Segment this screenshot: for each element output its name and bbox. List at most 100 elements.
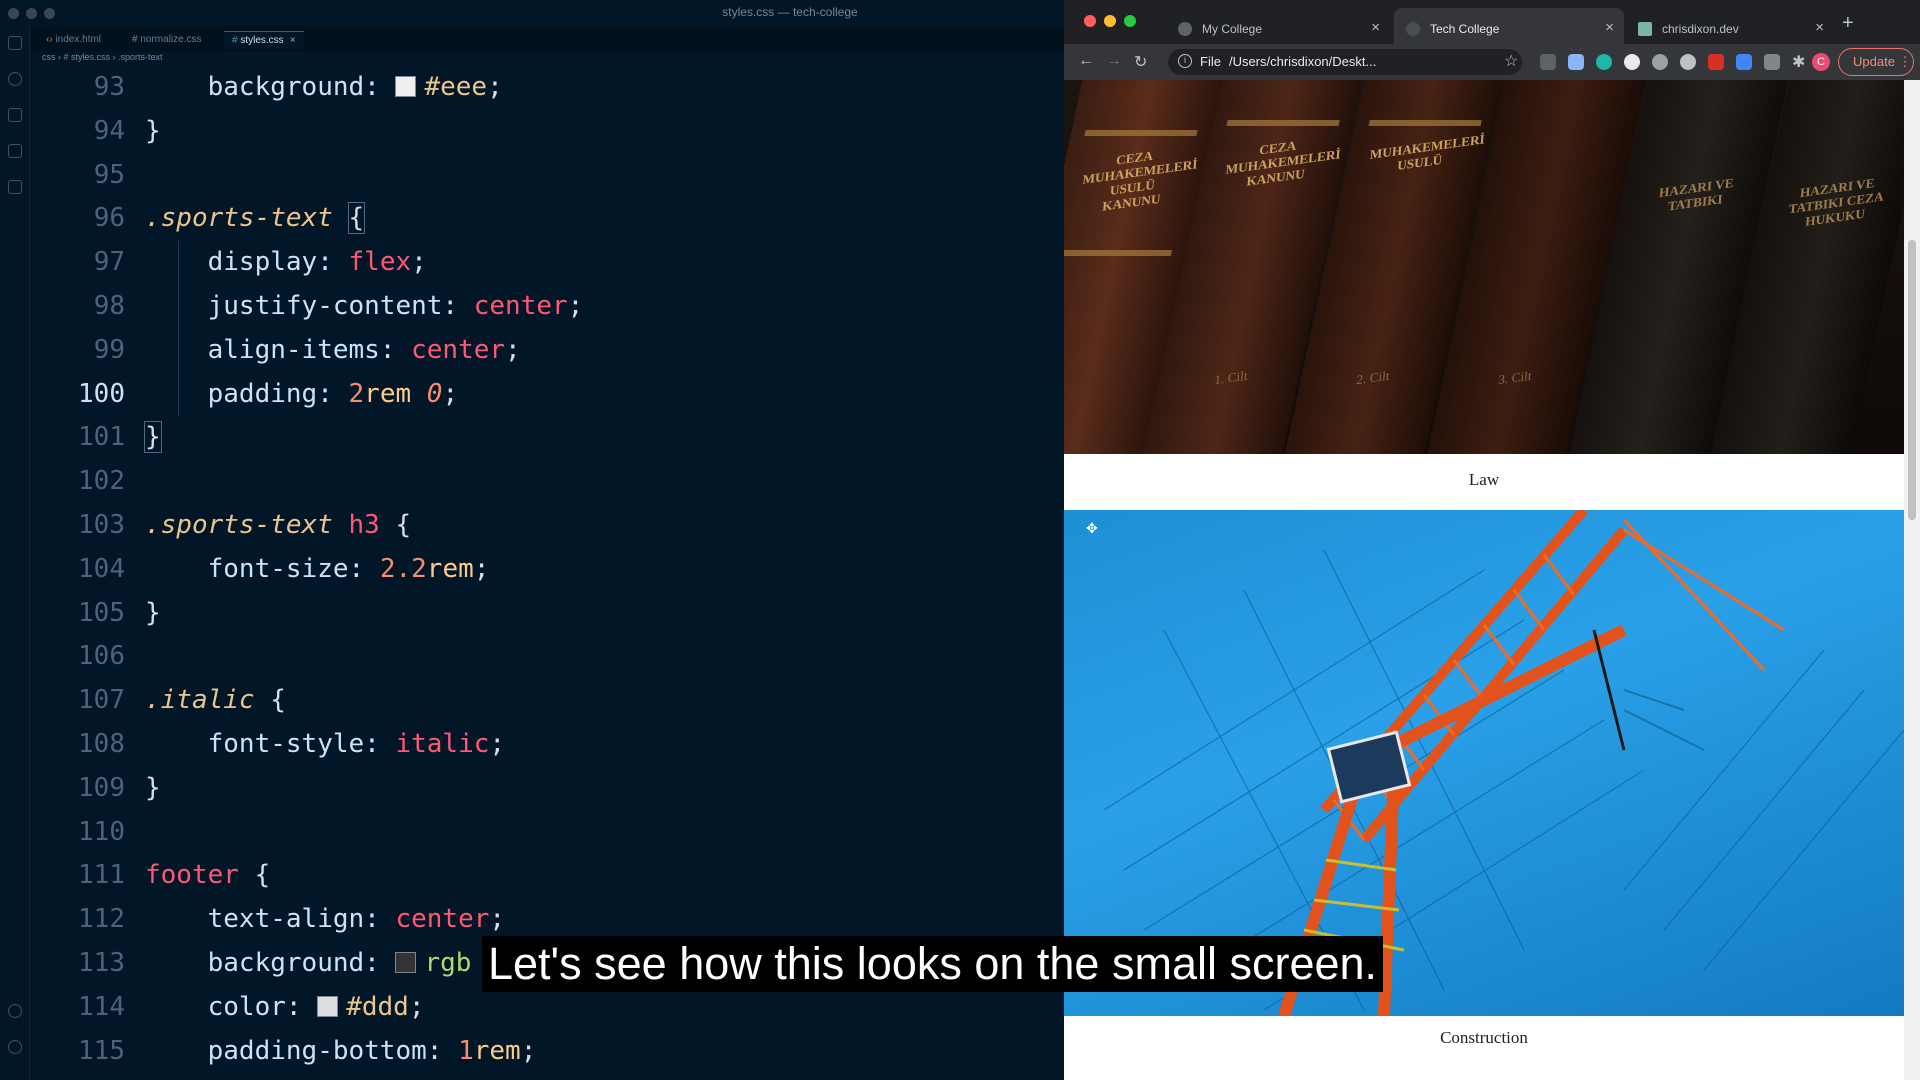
book-volume: 2. Cilt <box>1355 367 1391 388</box>
css-selector: .sports-text <box>145 203 333 234</box>
globe-icon <box>1178 22 1192 36</box>
tab-index-html[interactable]: ‹› index.html <box>38 31 109 49</box>
code-line[interactable]: 106 <box>30 635 1064 679</box>
code-line[interactable]: 105} <box>30 592 1064 636</box>
breadcrumb-symbol[interactable]: .sports-text <box>118 52 163 62</box>
breadcrumb-folder[interactable]: css <box>42 52 56 62</box>
profile-avatar[interactable]: C <box>1812 53 1830 71</box>
settings-gear-icon[interactable] <box>8 1040 22 1054</box>
code-line[interactable]: 111 footer { <box>30 854 1064 898</box>
code-line[interactable]: 104 font-size: 2.2rem; <box>30 548 1064 592</box>
card-title-law: Law <box>1468 470 1500 489</box>
semicolon: ; <box>505 334 521 365</box>
extension-gear-icon[interactable] <box>1652 54 1668 70</box>
semicolon: ; <box>489 904 506 935</box>
code-line[interactable]: 96 .sports-text { <box>30 197 1064 241</box>
site-favicon-icon <box>1638 22 1652 36</box>
browser-tab-my-college[interactable]: My College × <box>1166 8 1390 44</box>
code-editor[interactable]: 93 background: #eee; 94} 95 96 .sports-te… <box>30 66 1064 1073</box>
color-swatch[interactable] <box>395 951 417 973</box>
browser-toolbar: ← → ↻ i File/Users/chrisdixon/Deskt... ☆… <box>1064 44 1920 80</box>
bookmark-star-icon[interactable]: ☆ <box>1504 51 1518 71</box>
code-line[interactable]: 114 color: #ddd; <box>30 986 1064 1030</box>
update-button[interactable]: Update ⋮ <box>1838 48 1914 76</box>
extension-v-icon[interactable] <box>1568 54 1584 70</box>
code-line[interactable]: 110 <box>30 811 1064 855</box>
code-line[interactable]: 107 .italic { <box>30 679 1064 723</box>
maximize-window-icon[interactable] <box>1124 15 1136 27</box>
screen: styles.css — tech-college ‹› index.html … <box>0 0 1920 1080</box>
source-control-icon[interactable] <box>8 108 22 122</box>
css-property: text-align: <box>207 904 380 935</box>
browser-tab-strip: My College × Tech College × chrisdixon.d… <box>1064 0 1920 44</box>
css-tag: h3 <box>348 509 380 540</box>
scrollbar-thumb[interactable] <box>1908 240 1916 520</box>
code-line[interactable]: 93 background: #eee; <box>30 66 1064 110</box>
line-number: 93 <box>93 72 125 102</box>
search-icon[interactable] <box>8 72 22 86</box>
tab-styles-css[interactable]: # styles.css × <box>224 31 304 49</box>
extension-red-icon[interactable] <box>1708 54 1724 70</box>
explorer-icon[interactable] <box>8 36 22 50</box>
css-property: align-items: <box>207 334 396 365</box>
code-line[interactable]: 108 font-style: italic; <box>30 723 1064 767</box>
color-swatch[interactable] <box>395 76 417 97</box>
page-viewport[interactable]: CEZA MUHAKEMELERİ USULÜ KANUNU CEZA MUHA… <box>1064 80 1904 1080</box>
extensions-icon[interactable] <box>8 180 22 194</box>
address-bar[interactable]: i File/Users/chrisdixon/Deskt... <box>1168 49 1522 75</box>
book-title: HAZARI VE TATBIKI <box>1658 175 1735 214</box>
reload-icon[interactable]: ↻ <box>1134 52 1147 72</box>
css-selector: .sports-text <box>145 509 333 540</box>
css-property: font-size: <box>207 553 365 584</box>
info-icon[interactable]: i <box>1178 54 1192 68</box>
browser-tab-chrisdixon[interactable]: chrisdixon.dev × <box>1626 8 1834 44</box>
tab-label: styles.css <box>240 35 284 46</box>
book-title: HAZARI VE TATBIKI CEZA HUKUKU <box>1788 175 1885 229</box>
code-line[interactable]: 115 padding-bottom: 1rem; <box>30 1030 1064 1074</box>
code-line[interactable]: 97 display: flex; <box>30 241 1064 285</box>
code-line[interactable]: 95 <box>30 154 1064 198</box>
close-tab-icon[interactable]: × <box>1371 19 1380 36</box>
close-tab-icon[interactable]: × <box>290 35 296 46</box>
close-tab-icon[interactable]: × <box>1815 19 1824 36</box>
new-tab-icon[interactable]: + <box>1842 12 1854 35</box>
line-number: 107 <box>78 685 125 716</box>
code-line[interactable]: 98 justify-content: center; <box>30 285 1064 329</box>
code-line[interactable]: 101} <box>30 416 1064 460</box>
extension-blue-icon[interactable] <box>1736 54 1752 70</box>
code-line[interactable]: 103 .sports-text h3 { <box>30 504 1064 548</box>
back-arrow-icon[interactable]: ← <box>1078 52 1094 70</box>
minimize-window-icon[interactable] <box>1104 15 1116 27</box>
extension-grammarly-icon[interactable] <box>1596 54 1612 70</box>
forward-arrow-icon[interactable]: → <box>1106 52 1122 70</box>
closing-brace: } <box>145 597 161 628</box>
close-window-icon[interactable] <box>1084 15 1096 27</box>
code-line[interactable]: 102 <box>30 460 1064 504</box>
css-property: justify-content: <box>207 290 459 321</box>
extension-pen-icon[interactable] <box>1540 54 1556 70</box>
css-property: display: <box>207 247 333 278</box>
browser-tab-tech-college[interactable]: Tech College × <box>1394 8 1624 44</box>
account-icon[interactable] <box>8 1004 22 1018</box>
page-scrollbar[interactable] <box>1904 80 1920 1080</box>
run-debug-icon[interactable] <box>8 144 22 158</box>
line-number: 112 <box>78 904 125 935</box>
tab-normalize-css[interactable]: # normalize.css <box>124 31 209 49</box>
code-line[interactable]: 99 align-items: center; <box>30 329 1064 373</box>
closing-brace: } <box>144 421 162 454</box>
color-swatch[interactable] <box>317 995 339 1017</box>
code-line[interactable]: 94} <box>30 110 1064 154</box>
extension-grey-icon[interactable] <box>1764 54 1780 70</box>
extension-palette-icon[interactable] <box>1680 54 1696 70</box>
breadcrumb-file[interactable]: # styles.css <box>64 52 111 62</box>
semicolon: ; <box>487 72 503 102</box>
code-line-current[interactable]: 100 padding: 2rem 0; <box>30 373 1064 417</box>
css-value: italic <box>395 728 490 759</box>
line-number: 94 <box>93 115 125 146</box>
extensions-puzzle-icon[interactable]: ✱ <box>1792 52 1805 72</box>
close-tab-icon[interactable]: × <box>1605 19 1614 36</box>
code-line[interactable]: 109} <box>30 767 1064 811</box>
video-caption: Let's see how this looks on the small sc… <box>482 936 1384 992</box>
css-property: padding-bottom: <box>207 1035 443 1066</box>
extension-chat-icon[interactable] <box>1624 54 1640 70</box>
